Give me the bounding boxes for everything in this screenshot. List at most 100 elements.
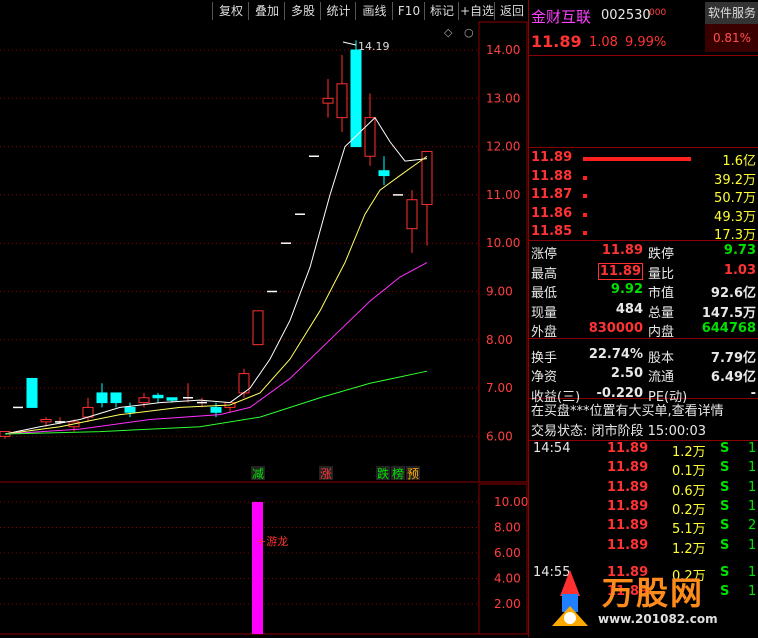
order-book-bar <box>583 231 587 235</box>
quote-label: 涨停 <box>531 247 558 262</box>
candle <box>252 310 264 346</box>
high-pointer <box>342 41 357 46</box>
tick-volume: 5.1万 <box>672 522 706 538</box>
tick-count: 1 <box>748 479 757 495</box>
order-book-volume: 50.7万 <box>714 191 756 206</box>
quote-label: 总量 <box>648 305 675 321</box>
svg-text:预: 预 <box>407 467 419 481</box>
tick-side: S <box>720 460 730 476</box>
candle <box>110 392 122 408</box>
order-book-bar <box>583 175 587 180</box>
candle <box>152 392 164 403</box>
vol-tick-label: 4.00 <box>494 572 521 586</box>
tick-side: S <box>720 498 730 514</box>
quote-value: 147.5万 <box>701 305 756 321</box>
ma-line-yellow <box>4 155 428 435</box>
quote-label: 内盘 <box>648 325 675 340</box>
quote-value: 22.74% <box>588 346 643 362</box>
order-book-volume: 17.3万 <box>714 228 756 243</box>
tick-count: 1 <box>748 441 757 456</box>
price-tick-label: 12.00 <box>486 140 520 154</box>
tick-price: 11.89 <box>607 498 649 514</box>
svg-text:榜: 榜 <box>392 466 404 481</box>
tick-side: S <box>720 537 730 553</box>
signal-marker: 预 <box>406 466 420 481</box>
high-annotation: 14.19 <box>358 40 390 53</box>
candle <box>124 402 136 418</box>
kline-chart[interactable]: 14.00 13.00 12.00 11.00 10.00 9.00 8.00 7.00 6.0… <box>0 0 528 637</box>
tick-volume: 1.2万 <box>672 445 706 460</box>
tick-count: 1 <box>748 537 757 553</box>
candle <box>183 383 193 403</box>
signal-marker: 跌 <box>376 466 390 481</box>
price-tick-label: 14.00 <box>486 43 520 57</box>
vol-tick-label: 10.00 <box>494 495 528 509</box>
order-book-bar <box>583 157 691 161</box>
tick-side: S <box>720 479 730 495</box>
tick-volume: 0.2万 <box>672 502 706 518</box>
candle <box>26 377 38 408</box>
order-book-price: 11.85 <box>531 224 573 239</box>
candle <box>322 78 334 118</box>
order-book-volume: 1.6亿 <box>722 154 756 169</box>
candle <box>350 40 362 148</box>
quote-label: 股本 <box>648 350 675 366</box>
svg-text:减: 减 <box>252 467 264 481</box>
tick-count: 1 <box>748 460 757 476</box>
big-order-notice[interactable]: 在买盘***位置有大买单,查看详情 <box>531 400 724 419</box>
quote-value: 9.92 <box>610 282 643 297</box>
price-tick-label: 13.00 <box>486 91 520 105</box>
quote-label: 现量 <box>531 305 558 321</box>
quote-label: 流通 <box>648 370 675 385</box>
quote-label: 量比 <box>648 266 675 282</box>
price-change: 1.08 <box>589 35 618 50</box>
tick-volume: 0.6万 <box>672 483 706 499</box>
circle-icon[interactable]: ○ <box>464 26 474 39</box>
tick-side: S <box>720 518 730 534</box>
stock-name: 金财互联 <box>531 8 592 26</box>
price-tick-label: 9.00 <box>486 285 513 299</box>
vol-tick-label: 8.00 <box>494 521 521 535</box>
quote-value: 2.50 <box>610 366 643 381</box>
sector-change: 0.81% <box>705 24 758 52</box>
quote-value: 7.79亿 <box>710 350 756 366</box>
quote-value: - <box>750 385 756 401</box>
tick-price: 11.89 <box>607 441 649 456</box>
vol-label: +游龙 <box>257 535 288 548</box>
candle <box>0 431 11 439</box>
order-book-price: 11.87 <box>531 187 573 202</box>
tick-time: 14:54 <box>533 441 571 456</box>
tick-price: 11.89 <box>607 537 649 553</box>
candle <box>364 93 376 166</box>
quote-value: 11.89 <box>601 243 643 258</box>
current-price: 11.89 <box>531 32 582 51</box>
signal-marker: 涨 <box>319 466 333 481</box>
tick-price: 11.89 <box>607 479 649 495</box>
candles <box>0 40 433 439</box>
price-tick-label: 8.00 <box>486 333 513 347</box>
sector-name[interactable]: 软件服务 <box>705 2 758 24</box>
stock-code-suffix: 000 <box>649 8 667 18</box>
candle <box>378 156 390 186</box>
quote-value: 1.03 <box>723 262 756 278</box>
price-tick-label: 7.00 <box>486 381 513 395</box>
trade-status: 交易状态: 闭市阶段 15:00:03 <box>531 424 707 439</box>
tick-side: S <box>720 441 730 456</box>
tick-price: 11.89 <box>607 460 649 476</box>
stock-code: 002530 <box>601 8 651 23</box>
diamond-icon[interactable]: ◇ <box>444 26 453 39</box>
svg-text:跌: 跌 <box>377 466 389 481</box>
tick-count: 2 <box>748 518 757 534</box>
quote-value: 9.73 <box>723 243 756 258</box>
quote-value: 92.6亿 <box>710 286 756 301</box>
candle <box>96 383 108 408</box>
candle <box>336 54 348 133</box>
price-change-pct: 9.99% <box>625 35 667 50</box>
price-tick-label: 6.00 <box>486 429 513 443</box>
quote-label: 外盘 <box>531 325 558 340</box>
order-book-price: 11.89 <box>531 150 573 165</box>
candle <box>421 150 433 246</box>
watermark-logo-icon <box>552 570 588 626</box>
quote-label: 换手 <box>531 350 558 366</box>
svg-text:涨: 涨 <box>320 466 332 481</box>
